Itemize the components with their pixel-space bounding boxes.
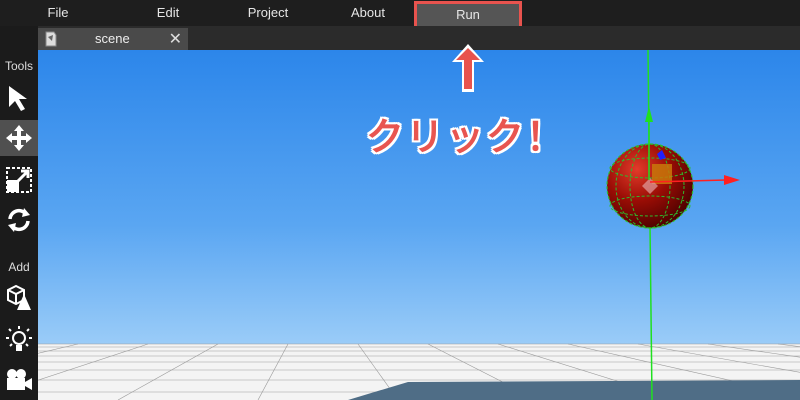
add-camera-button[interactable] [0, 362, 38, 398]
left-toolbar: Tools Add [0, 26, 38, 400]
menu-file[interactable]: File [30, 0, 86, 26]
scene-render [38, 50, 800, 400]
add-camera-icon [7, 369, 32, 390]
scale-icon [6, 167, 32, 193]
rotate-tool-button[interactable] [0, 202, 38, 238]
move-icon [6, 125, 32, 151]
floor-shadow [348, 380, 800, 400]
x-axis-arrow[interactable] [724, 175, 740, 185]
select-tool-button[interactable] [0, 80, 38, 116]
menu-project[interactable]: Project [236, 0, 300, 26]
tab-label: scene [95, 31, 130, 46]
tools-heading: Tools [4, 59, 33, 73]
close-icon[interactable]: ✕ [169, 29, 182, 49]
menu-about[interactable]: About [340, 0, 396, 26]
add-object-icon [7, 284, 31, 310]
scene-viewport[interactable] [38, 50, 800, 400]
move-tool-button[interactable] [0, 120, 38, 156]
add-light-button[interactable] [0, 322, 38, 358]
tab-scene[interactable]: scene ✕ [38, 28, 188, 50]
menu-run[interactable]: Run [414, 1, 522, 29]
tab-strip: scene ✕ [38, 26, 800, 50]
sphere-object[interactable] [606, 143, 694, 229]
add-heading: Add [8, 260, 30, 274]
add-object-button[interactable] [0, 280, 38, 316]
scale-tool-button[interactable] [0, 162, 38, 198]
y-axis-arrow[interactable] [645, 106, 653, 122]
menu-edit[interactable]: Edit [140, 0, 196, 26]
add-light-icon [6, 326, 32, 351]
rotate-icon [8, 208, 30, 232]
menu-bar: File Edit Project About Run [0, 0, 800, 29]
scene-file-icon [45, 31, 57, 47]
select-arrow-icon [9, 86, 27, 111]
